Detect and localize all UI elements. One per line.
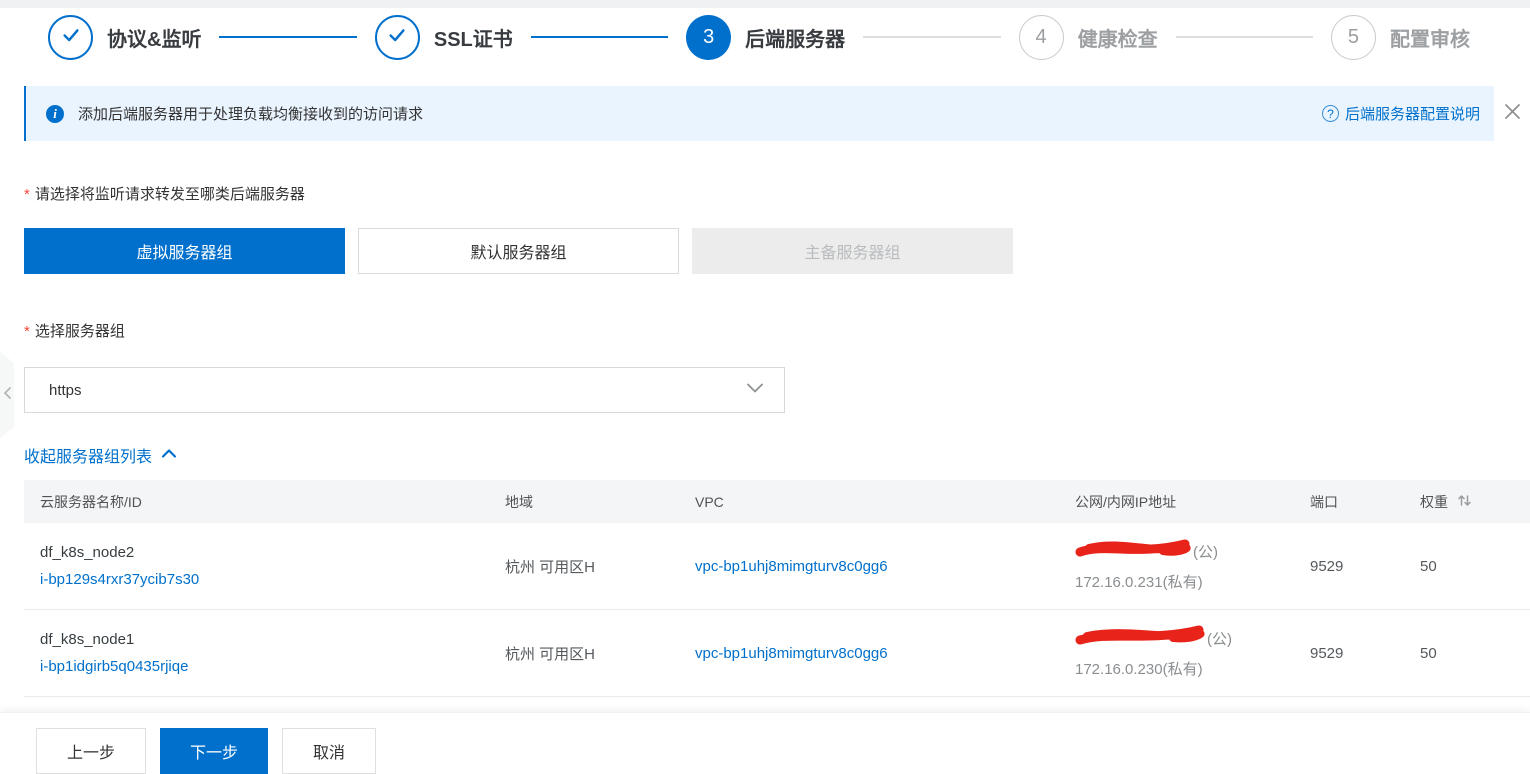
required-mark: * bbox=[24, 186, 30, 203]
backend-type-label: * 请选择将监听请求转发至哪类后端服务器 bbox=[24, 183, 1530, 204]
collapse-link-label: 收起服务器组列表 bbox=[24, 449, 153, 466]
sort-icon[interactable] bbox=[1457, 493, 1472, 511]
server-group-label-text: 选择服务器组 bbox=[34, 323, 125, 340]
col-ip: 公网/内网IP地址 bbox=[1075, 493, 1177, 510]
panel-collapse-handle[interactable] bbox=[0, 352, 14, 438]
step-backend-servers: 3 后端服务器 bbox=[686, 14, 846, 60]
tab-default-server-group[interactable]: 默认服务器组 bbox=[358, 228, 679, 274]
col-weight-label: 权重 bbox=[1420, 493, 1448, 510]
step-protocol-listener: 协议&监听 bbox=[48, 14, 202, 60]
region-cell: 杭州 可用区H bbox=[505, 645, 596, 663]
public-ip-line: (公) bbox=[1075, 623, 1294, 656]
col-port: 端口 bbox=[1310, 493, 1338, 510]
server-name: df_k8s_node2 bbox=[40, 544, 135, 561]
tab-virtual-server-group[interactable]: 虚拟服务器组 bbox=[24, 228, 345, 274]
backend-type-tabs: 虚拟服务器组 默认服务器组 主备服务器组 bbox=[24, 228, 1530, 274]
server-name: df_k8s_node1 bbox=[40, 631, 135, 648]
step3-circle: 3 bbox=[686, 14, 732, 60]
port-cell: 9529 bbox=[1310, 644, 1344, 662]
table-row: df_k8s_node2 i-bp129s4rxr37ycib7s30 杭州 可… bbox=[24, 523, 1530, 610]
connector-2 bbox=[530, 36, 669, 38]
info-banner: i 添加后端服务器用于处理负载均衡接收到的访问请求 ? 后端服务器配置说明 bbox=[24, 86, 1494, 141]
step-config-review: 5 配置审核 bbox=[1330, 14, 1470, 60]
backend-type-label-text: 请选择将监听请求转发至哪类后端服务器 bbox=[34, 186, 305, 203]
weight-cell: 50 bbox=[1420, 557, 1437, 575]
cancel-button[interactable]: 取消 bbox=[282, 728, 377, 774]
help-link-label: 后端服务器配置说明 bbox=[1344, 106, 1480, 123]
step5-label: 配置审核 bbox=[1389, 28, 1470, 51]
step4-label: 健康检查 bbox=[1077, 28, 1158, 51]
step1-circle bbox=[48, 14, 93, 60]
step1-label: 协议&监听 bbox=[107, 28, 202, 51]
vpc-cell: vpc-bp1uhj8mimgturv8c0gg6 bbox=[679, 645, 1059, 662]
server-id-link[interactable]: i-bp129s4rxr37ycib7s30 bbox=[40, 571, 199, 588]
col-region: 地域 bbox=[505, 493, 533, 510]
footer-bar: 上一步 下一步 取消 bbox=[0, 712, 1530, 774]
connector-1 bbox=[219, 36, 357, 38]
col-vpc: VPC bbox=[695, 493, 724, 510]
info-icon: i bbox=[46, 104, 64, 123]
vpc-link[interactable]: vpc-bp1uhj8mimgturv8c0gg6 bbox=[695, 645, 888, 662]
port-cell: 9529 bbox=[1310, 557, 1344, 575]
server-name-cell: df_k8s_node2 i-bp129s4rxr37ycib7s30 bbox=[24, 539, 489, 593]
step3-label: 后端服务器 bbox=[745, 28, 846, 51]
server-group-label: * 选择服务器组 bbox=[24, 320, 1530, 341]
prev-step-button[interactable]: 上一步 bbox=[36, 728, 147, 774]
private-ip: 172.16.0.231(私有) bbox=[1075, 574, 1203, 591]
connector-4 bbox=[1175, 36, 1313, 38]
chevron-up-icon bbox=[161, 446, 177, 464]
connector-3 bbox=[863, 36, 1001, 38]
close-icon bbox=[1504, 103, 1521, 125]
server-group-value: https bbox=[49, 381, 82, 399]
step2-circle bbox=[374, 14, 420, 60]
banner-text: 添加后端服务器用于处理负载均衡接收到的访问请求 bbox=[78, 106, 424, 123]
banner-close-button[interactable] bbox=[1494, 96, 1530, 132]
step-health-check: 4 健康检查 bbox=[1018, 14, 1158, 60]
table-header: 云服务器名称/ID 地域 VPC 公网/内网IP地址 端口 权重 bbox=[24, 480, 1530, 523]
table-row: df_k8s_node1 i-bp1idgirb5q0435rjiqe 杭州 可… bbox=[24, 610, 1530, 697]
redaction-scribble bbox=[1075, 536, 1191, 569]
step-wizard: 协议&监听 SSL证书 3 后端服务器 4 健康检查 5 配置审核 bbox=[0, 8, 1530, 66]
top-strip bbox=[0, 0, 1530, 8]
server-group-select[interactable]: https bbox=[24, 367, 785, 413]
chevron-left-icon bbox=[3, 386, 12, 405]
public-ip-suffix: (公) bbox=[1207, 631, 1232, 648]
check-icon bbox=[60, 24, 82, 51]
ip-cell: (公) 172.16.0.230(私有) bbox=[1059, 623, 1294, 683]
step4-number: 4 bbox=[1035, 25, 1047, 48]
region-cell: 杭州 可用区H bbox=[505, 558, 596, 576]
server-id-link[interactable]: i-bp1idgirb5q0435rjiqe bbox=[40, 658, 188, 675]
next-step-button[interactable]: 下一步 bbox=[160, 728, 269, 774]
required-mark: * bbox=[24, 323, 30, 340]
vpc-link[interactable]: vpc-bp1uhj8mimgturv8c0gg6 bbox=[695, 558, 888, 575]
redaction-scribble bbox=[1075, 623, 1205, 656]
step3-number: 3 bbox=[703, 25, 715, 48]
server-name-cell: df_k8s_node1 i-bp1idgirb5q0435rjiqe bbox=[24, 626, 489, 680]
step5-number: 5 bbox=[1347, 25, 1360, 48]
step-ssl-cert: SSL证书 bbox=[374, 14, 513, 60]
server-table: 云服务器名称/ID 地域 VPC 公网/内网IP地址 端口 权重 df_k8s_… bbox=[24, 480, 1530, 697]
tab-primary-backup-server-group[interactable]: 主备服务器组 bbox=[692, 228, 1013, 274]
private-ip: 172.16.0.230(私有) bbox=[1075, 661, 1203, 678]
ip-cell: (公) 172.16.0.231(私有) bbox=[1059, 536, 1294, 596]
step2-label: SSL证书 bbox=[433, 28, 513, 51]
chevron-down-icon bbox=[746, 381, 764, 399]
col-weight: 权重 bbox=[1404, 492, 1530, 512]
col-server-name-id: 云服务器名称/ID bbox=[40, 493, 142, 510]
question-circle-icon: ? bbox=[1321, 105, 1339, 122]
banner-row: i 添加后端服务器用于处理负载均衡接收到的访问请求 ? 后端服务器配置说明 bbox=[24, 86, 1530, 141]
check-icon bbox=[386, 24, 408, 51]
collapse-server-list-link[interactable]: 收起服务器组列表 bbox=[24, 443, 177, 467]
step5-circle: 5 bbox=[1330, 14, 1376, 60]
step4-circle: 4 bbox=[1018, 14, 1064, 60]
backend-config-help-link[interactable]: ? 后端服务器配置说明 bbox=[1321, 103, 1480, 124]
vpc-cell: vpc-bp1uhj8mimgturv8c0gg6 bbox=[679, 558, 1059, 575]
form-content: * 请选择将监听请求转发至哪类后端服务器 虚拟服务器组 默认服务器组 主备服务器组… bbox=[0, 183, 1530, 697]
backend-server-config-page: 协议&监听 SSL证书 3 后端服务器 4 健康检查 5 配置审核 i 添加后端… bbox=[0, 0, 1530, 774]
weight-cell: 50 bbox=[1420, 644, 1437, 662]
public-ip-suffix: (公) bbox=[1193, 544, 1218, 561]
public-ip-line: (公) bbox=[1075, 536, 1294, 569]
